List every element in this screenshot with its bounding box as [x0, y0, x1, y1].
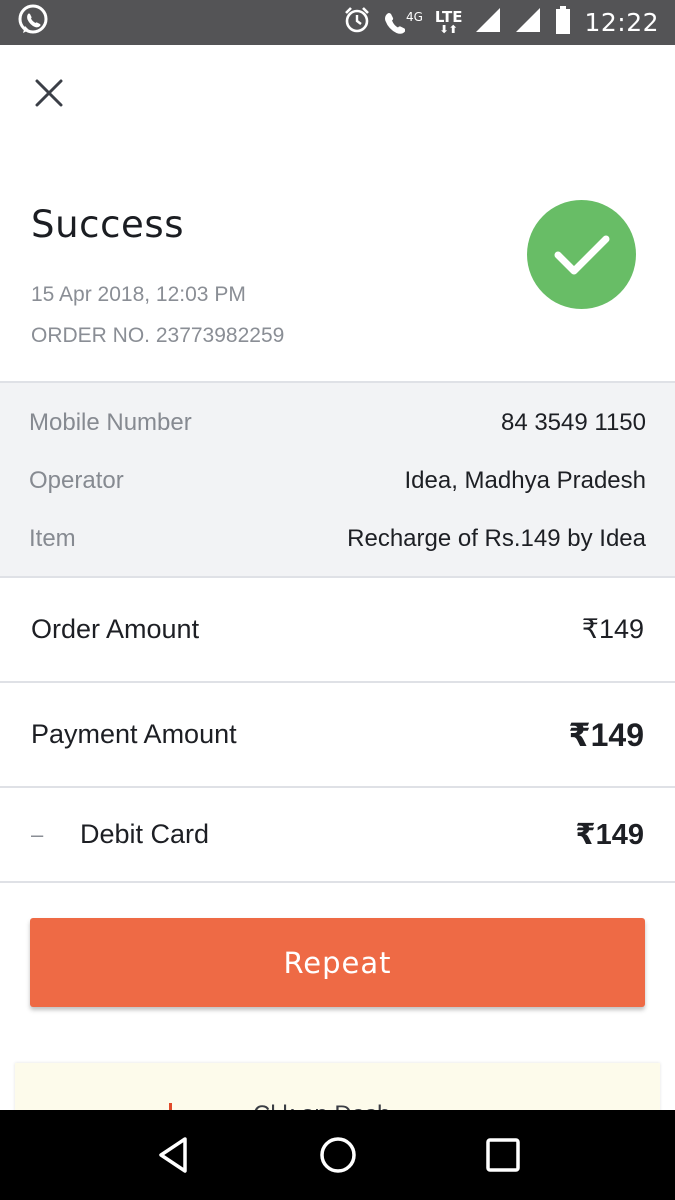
- order-amount-row: Order Amount ₹149: [0, 578, 675, 683]
- detail-value: Recharge of Rs.149 by Idea: [347, 525, 646, 552]
- signal-icon: [514, 6, 542, 39]
- order-amount-value: ₹149: [581, 614, 644, 644]
- payment-amount-label: Payment Amount: [31, 719, 237, 749]
- order-timestamp: 15 Apr 2018, 12:03 PM: [31, 283, 246, 306]
- page-title: Success: [31, 203, 185, 246]
- status-bar: 4G LTE ⬇⬆ 12:22: [0, 0, 675, 45]
- payment-method-row: – Debit Card ₹149: [0, 788, 675, 883]
- volte-call-icon: 4G: [383, 10, 423, 36]
- status-left: [16, 3, 50, 42]
- status-right: 4G LTE ⬇⬆ 12:22: [343, 5, 659, 40]
- repeat-button[interactable]: Repeat: [30, 918, 645, 1007]
- payment-amount-row: Payment Amount ₹149: [0, 683, 675, 788]
- detail-row-mobile: Mobile Number 84 3549 1150: [29, 403, 646, 443]
- order-amount-label: Order Amount: [31, 614, 200, 644]
- signal-icon: [474, 6, 502, 39]
- promo-card[interactable]: Cl k on Dash: [15, 1063, 660, 1113]
- whatsapp-icon: [16, 3, 50, 42]
- battery-icon: [554, 5, 572, 40]
- home-icon: [319, 1137, 356, 1173]
- detail-row-operator: Operator Idea, Madhya Pradesh: [29, 461, 646, 501]
- order-details-panel: Mobile Number 84 3549 1150 Operator Idea…: [0, 381, 675, 578]
- detail-value: Idea, Madhya Pradesh: [404, 467, 647, 494]
- lte-icon: LTE ⬇⬆: [434, 8, 463, 36]
- detail-label: Operator: [29, 467, 124, 494]
- back-button[interactable]: [143, 1125, 203, 1185]
- status-time: 12:22: [584, 8, 659, 37]
- alarm-icon: [343, 6, 371, 39]
- dash-icon: –: [31, 821, 44, 847]
- payment-amount-value: ₹149: [568, 716, 644, 753]
- detail-row-item: Item Recharge of Rs.149 by Idea: [29, 519, 646, 559]
- payment-method-label: Debit Card: [80, 819, 210, 849]
- payment-method-value: ₹149: [575, 819, 644, 851]
- success-badge: [527, 200, 636, 309]
- detail-label: Item: [29, 525, 76, 552]
- recents-icon: [485, 1138, 520, 1172]
- order-number: ORDER NO. 23773982259: [31, 324, 285, 347]
- detail-value: 84 3549 1150: [500, 409, 646, 436]
- detail-label: Mobile Number: [29, 409, 192, 436]
- call-label: 4G: [405, 9, 423, 24]
- back-icon: [158, 1137, 187, 1173]
- close-button[interactable]: [28, 72, 70, 114]
- navigation-bar: [0, 1110, 675, 1200]
- close-icon: [35, 79, 63, 107]
- recents-button[interactable]: [473, 1125, 533, 1185]
- checkmark-icon: [554, 235, 609, 274]
- payment-method: – Debit Card: [31, 819, 209, 850]
- home-button[interactable]: [308, 1125, 368, 1185]
